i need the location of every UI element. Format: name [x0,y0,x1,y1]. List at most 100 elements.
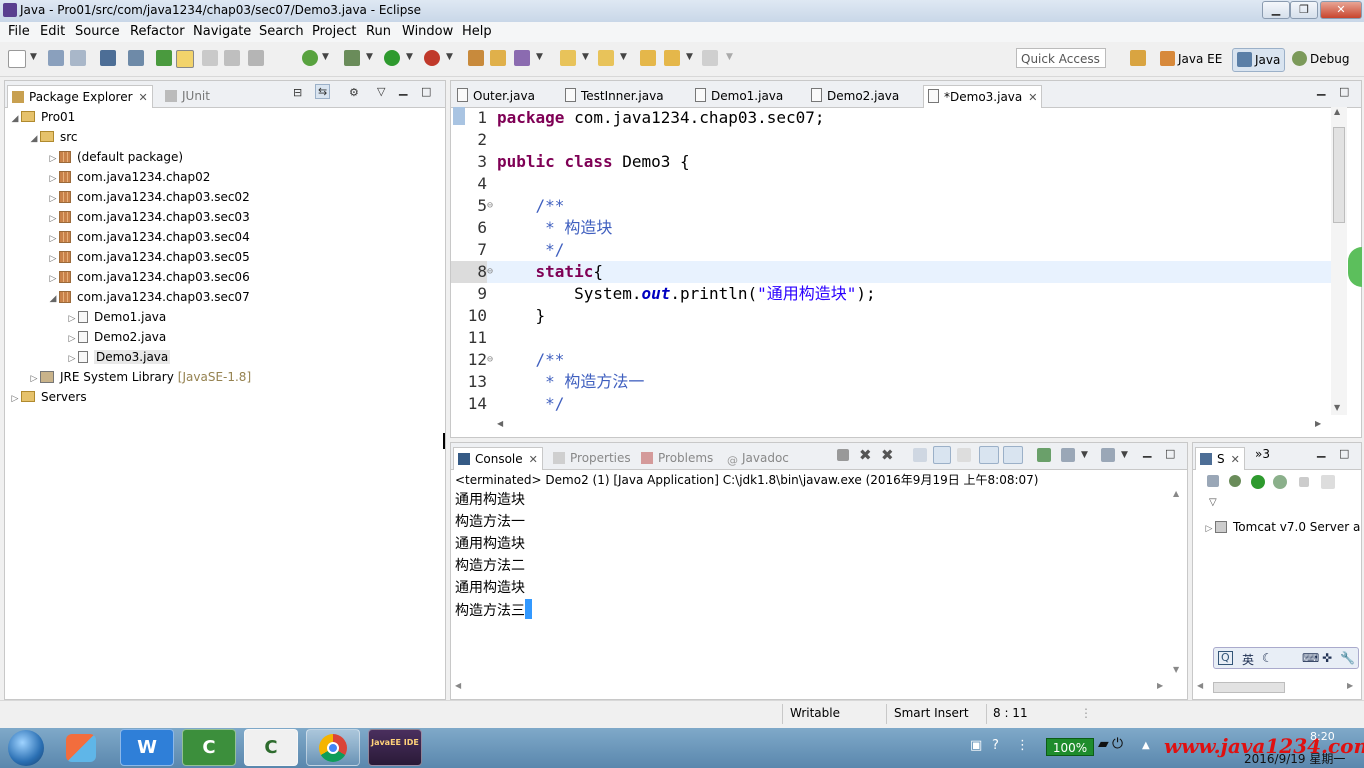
tray-more-icon[interactable]: ⋮ [1016,738,1029,753]
chevron-down-icon[interactable]: ▼ [620,52,627,62]
menu-source[interactable]: Source [75,24,120,39]
close-window-button[interactable]: ✕ [1320,1,1362,19]
show-on-stdout-icon[interactable] [979,446,999,464]
menu-edit[interactable]: Edit [40,24,65,39]
maximize-button[interactable]: ❐ [1290,1,1318,19]
floating-widget-icon[interactable] [1348,247,1362,287]
tree-item[interactable]: ▷ com.java1234.chap03.sec06 [9,267,439,287]
tray-expand-icon[interactable]: ▲ [1142,740,1150,751]
scroll-thumb[interactable] [1333,127,1345,223]
menu-window[interactable]: Window [402,24,453,39]
moon-icon[interactable]: ☾ [1262,651,1273,665]
server-item-tomcat[interactable]: ▷ Tomcat v7.0 Server a [1203,517,1361,539]
chevron-down-icon[interactable]: ▼ [536,52,543,62]
scroll-right-icon[interactable]: ▶ [1157,681,1163,690]
code-line[interactable]: 5⊖ /** [451,195,1331,217]
code-line[interactable]: 1 package com.java1234.chap03.sec07; [451,107,1331,129]
display-console-icon[interactable] [1061,448,1075,462]
servers-horizontal-scrollbar[interactable]: ◀ ▶ [1197,681,1357,695]
scroll-down-icon[interactable]: ▼ [1173,665,1179,674]
clear-console-icon[interactable] [913,448,927,462]
chevron-down-icon[interactable]: ▼ [1121,450,1128,460]
scroll-right-icon[interactable]: ▶ [1315,419,1321,428]
chevron-right-icon[interactable]: ▷ [66,309,78,329]
close-icon[interactable]: ✕ [139,91,148,104]
tree-item[interactable]: ▷ com.java1234.chap03.sec03 [9,207,439,227]
editor-vertical-scrollbar[interactable]: ▲ ▼ [1331,107,1347,415]
tree-item[interactable]: ▷ JRE System Library [JavaSE-1.8] [9,367,439,387]
minimize-view-icon[interactable]: ▁ [1143,445,1151,458]
back-arrow-icon[interactable] [664,50,680,66]
view-menu-icon[interactable]: ▽ [377,85,385,98]
chevron-down-icon[interactable]: ▼ [446,52,453,62]
tab-package-explorer[interactable]: Package Explorer ✕ [7,85,153,108]
chevron-right-icon[interactable]: ▷ [47,169,59,189]
console-output[interactable]: 通用构造块 构造方法一 通用构造块 构造方法二 通用构造块 构造方法三 [455,489,1167,621]
code-line[interactable]: 2 [451,129,1331,151]
run-icon[interactable] [384,50,400,66]
search-icon[interactable] [514,50,530,66]
terminate-icon[interactable] [837,449,849,461]
tree-item[interactable]: ▷ (default package) [9,147,439,167]
chevron-down-icon[interactable]: ◢ [47,289,59,309]
power-plug-icon[interactable]: ⏻ [1112,736,1123,752]
code-area[interactable]: 1 package com.java1234.chap03.sec07; 2 3 pub… [451,107,1331,415]
more-views-button[interactable]: »3 [1255,447,1270,461]
maximize-view-icon[interactable]: □ [1339,447,1349,460]
show-whitespace-icon[interactable] [248,50,264,66]
next-annotation-icon[interactable] [560,50,576,66]
scroll-lock-icon[interactable] [933,446,951,464]
chevron-down-icon[interactable]: ◢ [9,109,21,129]
tab-junit[interactable]: JUnit [161,85,214,107]
code-line[interactable]: 8⊖ static{ [451,261,1331,283]
tray-help-icon[interactable]: ? [992,738,999,753]
tree-item[interactable]: ◢ src [9,127,439,147]
maximize-view-icon[interactable]: □ [421,85,431,98]
chevron-right-icon[interactable]: ▷ [47,189,59,209]
console-horizontal-scrollbar[interactable]: ◀ ▶ [455,681,1167,695]
scroll-left-icon[interactable]: ◀ [1197,681,1203,690]
debug-server-icon[interactable] [1229,475,1241,487]
code-line[interactable]: 6 * 构造块 [451,217,1331,239]
view-menu-icon[interactable]: ▽ [1209,497,1217,508]
collapse-all-icon[interactable]: ⊟ [293,86,302,99]
tree-item[interactable]: ▷ Demo3.java [9,347,439,367]
quick-access-input[interactable]: Quick Access [1016,48,1106,68]
chevron-right-icon[interactable]: ▷ [47,269,59,289]
menu-refactor[interactable]: Refactor [130,24,185,39]
debug-icon[interactable] [344,50,360,66]
tree-item[interactable]: ▷ com.java1234.chap03.sec02 [9,187,439,207]
chevron-right-icon[interactable]: ▷ [47,249,59,269]
code-line[interactable]: 12⊖ /** [451,349,1331,371]
save-icon[interactable] [48,50,64,66]
minimize-view-icon[interactable]: ▁ [1317,83,1325,96]
code-line[interactable]: 9 System.out.println("通用构造块"); [451,283,1331,305]
battery-icon[interactable]: ▰ [1098,736,1109,752]
save-all-icon[interactable] [70,50,86,66]
tab-javadoc[interactable]: @ Javadoc [723,447,793,469]
perspective-java[interactable]: Java [1232,48,1286,72]
word-wrap-icon[interactable] [957,448,971,462]
chevron-right-icon[interactable]: ▷ [1203,519,1215,539]
scroll-up-icon[interactable]: ▲ [1173,489,1179,498]
tree-item[interactable]: ▷ Servers [9,387,439,407]
fold-toggle-icon[interactable]: ⊖ [487,349,497,371]
filter-icon[interactable]: ⚙ [349,86,359,99]
tab-demo1-java[interactable]: Demo1.java [691,85,787,107]
chevron-right-icon[interactable]: ▷ [28,369,40,389]
chevron-right-icon[interactable]: ▷ [47,149,59,169]
scroll-right-icon[interactable]: ▶ [1347,681,1353,690]
start-button-icon[interactable] [8,730,44,766]
tree-item[interactable]: ▷ Demo1.java [9,307,439,327]
chevron-right-icon[interactable]: ▷ [47,229,59,249]
minimize-view-icon[interactable]: ▁ [1317,445,1325,458]
maximize-view-icon[interactable]: □ [1339,85,1349,98]
remove-launch-icon[interactable]: ✖ [859,446,872,464]
chevron-down-icon[interactable]: ▼ [726,52,733,62]
scroll-left-icon[interactable]: ◀ [497,419,503,428]
tab-testinner-java[interactable]: TestInner.java [561,85,668,107]
code-line[interactable]: 11 [451,327,1331,349]
menu-search[interactable]: Search [259,24,304,39]
minimize-view-icon[interactable]: ▁ [399,83,407,96]
external-tools-icon[interactable] [424,50,440,66]
